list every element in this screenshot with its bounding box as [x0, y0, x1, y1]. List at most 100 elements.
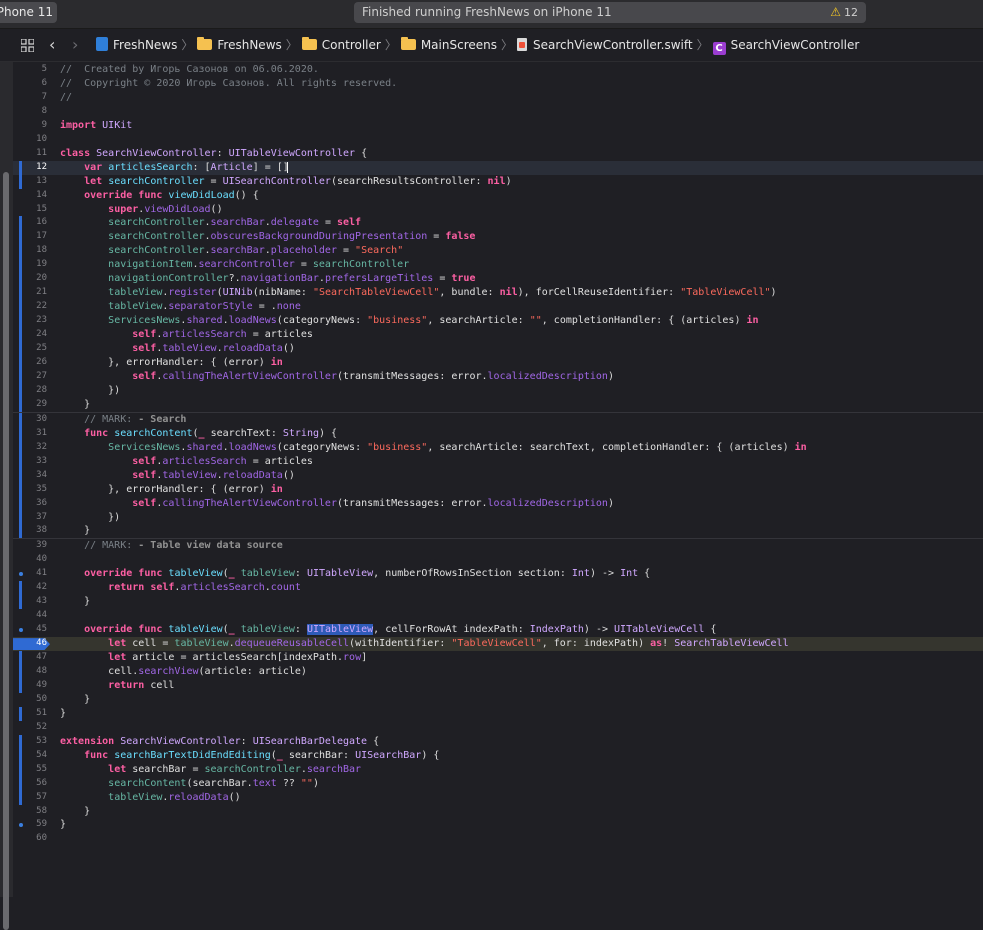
breadcrumb-group-mainscreens[interactable]: MainScreens: [400, 37, 497, 52]
code-line[interactable]: 60: [13, 832, 983, 846]
code-line[interactable]: 23 ServicesNews.shared.loadNews(category…: [13, 314, 983, 329]
code-line[interactable]: 16 searchController.searchBar.delegate =…: [13, 216, 983, 231]
folder-icon: [197, 37, 213, 50]
line-number: 48: [36, 665, 47, 676]
code-line[interactable]: 33 self.articlesSearch = articles: [13, 454, 983, 469]
code-line[interactable]: 12 var articlesSearch: [Article] = []: [13, 160, 983, 175]
code-line[interactable]: 45 override func tableView(_ tableView: …: [13, 623, 983, 637]
code-line[interactable]: 56 searchContent(searchBar.text ?? ""): [13, 776, 983, 791]
code-line[interactable]: 11 class SearchViewController: UITableVie…: [13, 147, 983, 161]
code-text: return self.articlesSearch.count: [108, 582, 301, 594]
code-line[interactable]: 26 }, errorHandler: { (error) in: [13, 356, 983, 371]
code-line[interactable]: 22 tableView.separatorStyle = .none: [13, 300, 983, 315]
code-line[interactable]: 18 searchController.searchBar.placeholde…: [13, 244, 983, 259]
line-number: 32: [36, 441, 47, 452]
code-line[interactable]: 57 tableView.reloadData(): [13, 790, 983, 805]
code-line[interactable]: 59}: [13, 818, 983, 832]
line-number: 51: [36, 707, 47, 718]
code-line[interactable]: 9 import UIKit: [13, 119, 983, 133]
breadcrumb-symbol[interactable]: C SearchViewController: [712, 38, 859, 55]
line-number: 17: [36, 231, 47, 242]
code-line[interactable]: 38 }: [13, 524, 983, 539]
code-line[interactable]: 30 // MARK: - Search: [13, 412, 983, 427]
line-number: 14: [36, 189, 47, 200]
code-text: }): [60, 384, 121, 396]
code-line[interactable]: 21 tableView.register(UINib(nibName: "Se…: [13, 286, 983, 301]
code-text: ServicesNews.shared.loadNews(categoryNew…: [108, 315, 759, 327]
line-number: 34: [36, 469, 47, 480]
code-line[interactable]: 7 //: [13, 91, 983, 105]
breadcrumb-group-controller[interactable]: Controller: [301, 37, 381, 52]
forward-arrow-icon[interactable]: ›: [72, 36, 78, 54]
line-number: 41: [36, 568, 47, 579]
warning-count: 12: [844, 6, 858, 19]
code-line[interactable]: 29 }: [13, 397, 983, 412]
code-line[interactable]: 27 self.callingTheAlertViewController(tr…: [13, 369, 983, 384]
code-line[interactable]: 44: [13, 609, 983, 623]
code-line[interactable]: 50 }: [13, 693, 983, 707]
line-number: 33: [36, 455, 47, 466]
back-arrow-icon[interactable]: ‹: [49, 36, 55, 54]
chevron-right-icon: 〉: [696, 38, 709, 52]
breadcrumb-project[interactable]: FreshNews: [96, 37, 177, 52]
code-line[interactable]: 13 let searchController = UISearchContro…: [13, 174, 983, 189]
code-text: let cell = tableView.dequeueReusableCell…: [108, 638, 789, 650]
scrollbar-thumb[interactable]: [3, 172, 9, 930]
code-line[interactable]: 5 // Created by Игорь Сазонов on 06.06.20…: [13, 63, 983, 77]
code-text: navigationItem.searchController = search…: [108, 259, 410, 271]
line-number: 20: [36, 273, 47, 284]
code-text: self.callingTheAlertViewController(trans…: [132, 370, 614, 382]
chevron-right-icon: 〉: [500, 38, 513, 52]
code-line[interactable]: 20 navigationController?.navigationBar.p…: [13, 272, 983, 287]
code-line[interactable]: 8: [13, 105, 983, 119]
code-line[interactable]: 52: [13, 721, 983, 735]
code-line[interactable]: 41 override func tableView(_ tableView: …: [13, 567, 983, 581]
code-line[interactable]: 58 }: [13, 805, 983, 819]
code-line[interactable]: 28 }): [13, 383, 983, 398]
code-line[interactable]: 6 // Copyright © 2020 Игорь Сазонов. All …: [13, 77, 983, 91]
device-scheme-button[interactable]: Phone 11: [0, 2, 57, 23]
code-line[interactable]: 10: [13, 133, 983, 147]
breadcrumb-label: SearchViewController.swift: [533, 38, 693, 52]
code-text: import UIKit: [60, 119, 133, 131]
line-number: 53: [36, 735, 47, 746]
code-text: // Copyright © 2020 Игорь Сазонов. All r…: [60, 77, 398, 89]
code-text: override func tableView(_ tableView: UIT…: [84, 624, 717, 636]
warnings-indicator[interactable]: ⚠ 12: [830, 2, 858, 23]
warning-icon: ⚠: [830, 5, 841, 19]
code-line[interactable]: 54 func searchBarTextDidEndEditing(_ sea…: [13, 748, 983, 763]
code-line[interactable]: 32 ServicesNews.shared.loadNews(category…: [13, 440, 983, 455]
related-items-icon[interactable]: [21, 39, 34, 52]
activity-status[interactable]: Finished running FreshNews on iPhone 11 …: [354, 2, 866, 23]
code-line[interactable]: 35 }, errorHandler: { (error) in: [13, 482, 983, 497]
code-line[interactable]: 43 }: [13, 595, 983, 610]
code-line[interactable]: 17 searchController.obscuresBackgroundDu…: [13, 230, 983, 245]
code-line[interactable]: 15 super.viewDidLoad(): [13, 203, 983, 217]
code-line[interactable]: 31 func searchContent(_ searchText: Stri…: [13, 426, 983, 441]
code-line[interactable]: 55 let searchBar = searchController.sear…: [13, 762, 983, 777]
code-area[interactable]: 5 // Created by Игорь Сазонов on 06.06.20…: [13, 63, 983, 846]
code-text: self.tableView.reloadData(): [132, 343, 295, 355]
code-line[interactable]: 36 self.callingTheAlertViewController(tr…: [13, 496, 983, 511]
code-line[interactable]: 53 extension SearchViewController: UISear…: [13, 734, 983, 749]
code-text: // Created by Игорь Сазонов on 06.06.202…: [60, 64, 319, 75]
code-line[interactable]: 46 let cell = tableView.dequeueReusableC…: [13, 637, 983, 652]
breadcrumb-file[interactable]: SearchViewController.swift: [517, 38, 693, 52]
code-line[interactable]: 40: [13, 553, 983, 567]
code-line[interactable]: 24 self.articlesSearch = articles: [13, 328, 983, 343]
code-line[interactable]: 37 }): [13, 510, 983, 525]
line-number: 58: [36, 805, 47, 816]
breadcrumb-group-freshnews[interactable]: FreshNews: [197, 37, 282, 52]
code-line[interactable]: 48 cell.searchView(article: article): [13, 664, 983, 679]
code-text: extension SearchViewController: UISearch…: [60, 735, 380, 747]
code-line[interactable]: 25 self.tableView.reloadData(): [13, 342, 983, 357]
code-text: func searchBarTextDidEndEditing(_ search…: [84, 749, 440, 761]
code-line[interactable]: 51}: [13, 706, 983, 721]
code-line[interactable]: 34 self.tableView.reloadData(): [13, 468, 983, 483]
code-line[interactable]: 47 let article = articlesSearch[indexPat…: [13, 651, 983, 666]
code-line[interactable]: 49 return cell: [13, 678, 983, 693]
code-line[interactable]: 42 return self.articlesSearch.count: [13, 581, 983, 596]
code-line[interactable]: 14 override func viewDidLoad() {: [13, 189, 983, 203]
code-line[interactable]: 39 // MARK: - Table view data source: [13, 539, 983, 553]
code-line[interactable]: 19 navigationItem.searchController = sea…: [13, 258, 983, 273]
